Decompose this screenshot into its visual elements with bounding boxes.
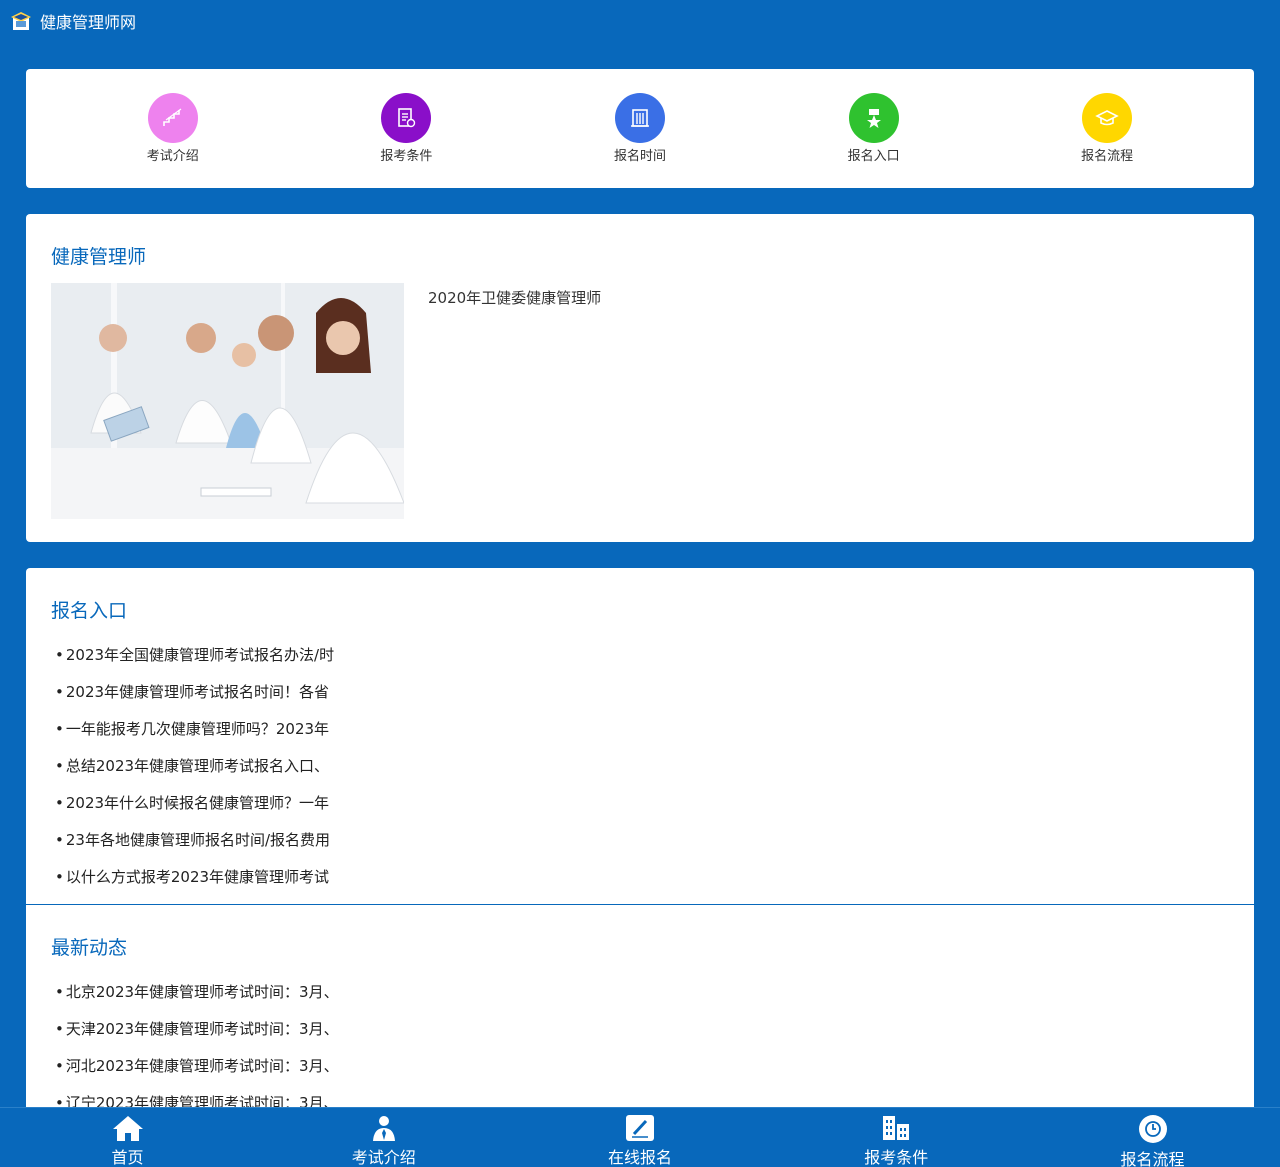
registration-title[interactable]: 报名入口 (51, 596, 1229, 623)
person-icon (368, 1114, 400, 1142)
tab-online-registration[interactable]: 在线报名 (593, 1108, 688, 1167)
quick-nav-label: 考试介绍 (146, 149, 199, 164)
home-icon (112, 1114, 144, 1142)
quick-nav-reg-entry[interactable]: 报名入口 (814, 93, 934, 164)
quick-nav-circle (381, 93, 432, 143)
quick-nav-requirements[interactable]: 报考条件 (346, 93, 466, 164)
intro-title[interactable]: 健康管理师 (51, 242, 1229, 269)
tab-label: 考试介绍 (351, 1148, 416, 1167)
photo-illustration (51, 283, 404, 519)
quick-nav-circle (147, 93, 198, 143)
quick-nav-reg-process[interactable]: 报名流程 (1047, 93, 1167, 164)
clock-icon (1137, 1114, 1169, 1144)
stairs-icon (162, 108, 182, 126)
tab-requirements[interactable]: 报考条件 (849, 1108, 944, 1167)
building-icon (630, 109, 649, 127)
list-item[interactable]: 天津2023年健康管理师考试时间：3月、 (51, 1011, 1229, 1048)
quick-nav-label: 报名流程 (1081, 149, 1134, 164)
buildings-icon (880, 1114, 912, 1142)
list-item[interactable]: 北京2023年健康管理师考试时间：3月、 (51, 974, 1229, 1011)
tab-reg-process[interactable]: 报名流程 (1105, 1108, 1200, 1167)
quick-nav-circle (1082, 93, 1133, 143)
news-title[interactable]: 最新动态 (51, 933, 1229, 960)
intro-text[interactable]: 2020年卫健委健康管理师 (428, 287, 601, 519)
registration-list: 2023年全国健康管理师考试报名办法/时 2023年健康管理师考试报名时间！各省… (51, 637, 1229, 896)
quick-nav-card: 考试介绍 报考条件 报名时间 报名入口 报名流程 (26, 69, 1254, 188)
news-list: 北京2023年健康管理师考试时间：3月、 天津2023年健康管理师考试时间：3月… (51, 974, 1229, 1122)
list-item[interactable]: 河北2023年健康管理师考试时间：3月、 (51, 1048, 1229, 1085)
quick-nav-exam-intro[interactable]: 考试介绍 (113, 93, 233, 164)
quick-nav-circle (848, 93, 899, 143)
news-card: 最新动态 北京2023年健康管理师考试时间：3月、 天津2023年健康管理师考试… (26, 905, 1254, 1112)
graduation-cap-icon (1095, 110, 1119, 126)
quick-nav-reg-time[interactable]: 报名时间 (580, 93, 700, 164)
intro-body: 2020年卫健委健康管理师 (51, 283, 1229, 519)
site-title[interactable]: 健康管理师网 (40, 9, 136, 33)
tab-label: 报名流程 (1120, 1150, 1185, 1167)
list-item[interactable]: 2023年全国健康管理师考试报名办法/时 (51, 637, 1229, 674)
graduation-cap-logo-icon[interactable] (10, 10, 32, 32)
list-item[interactable]: 总结2023年健康管理师考试报名入口、 (51, 748, 1229, 785)
quick-nav-label: 报考条件 (380, 149, 433, 164)
list-item[interactable]: 2023年健康管理师考试报名时间！各省 (51, 674, 1229, 711)
list-item[interactable]: 2023年什么时候报名健康管理师？一年 (51, 785, 1229, 822)
doctors-meeting-photo[interactable] (51, 283, 404, 519)
intro-card: 健康管理师 2020年卫健委健康管理师 (26, 214, 1254, 542)
document-icon (398, 108, 416, 128)
quick-nav-label: 报名入口 (847, 149, 900, 164)
top-bar: 健康管理师网 (0, 0, 1280, 42)
list-item[interactable]: 一年能报考几次健康管理师吗？2023年 (51, 711, 1229, 748)
edit-icon (624, 1114, 656, 1142)
list-item[interactable]: 23年各地健康管理师报名时间/报名费用 (51, 822, 1229, 859)
tab-label: 首页 (111, 1148, 144, 1167)
registration-card: 报名入口 2023年全国健康管理师考试报名办法/时 2023年健康管理师考试报名… (26, 568, 1254, 904)
list-item[interactable]: 以什么方式报考2023年健康管理师考试 (51, 859, 1229, 896)
tab-home[interactable]: 首页 (80, 1108, 175, 1167)
quick-nav-circle (614, 93, 665, 143)
tab-label: 报考条件 (864, 1148, 929, 1167)
tab-label: 在线报名 (607, 1148, 672, 1167)
tab-exam-intro[interactable]: 考试介绍 (336, 1108, 431, 1167)
quick-nav-label: 报名时间 (613, 149, 666, 164)
medal-icon (866, 109, 881, 128)
bottom-tab-bar: 首页 考试介绍 在线报名 报考条件 报名流程 (0, 1107, 1280, 1167)
